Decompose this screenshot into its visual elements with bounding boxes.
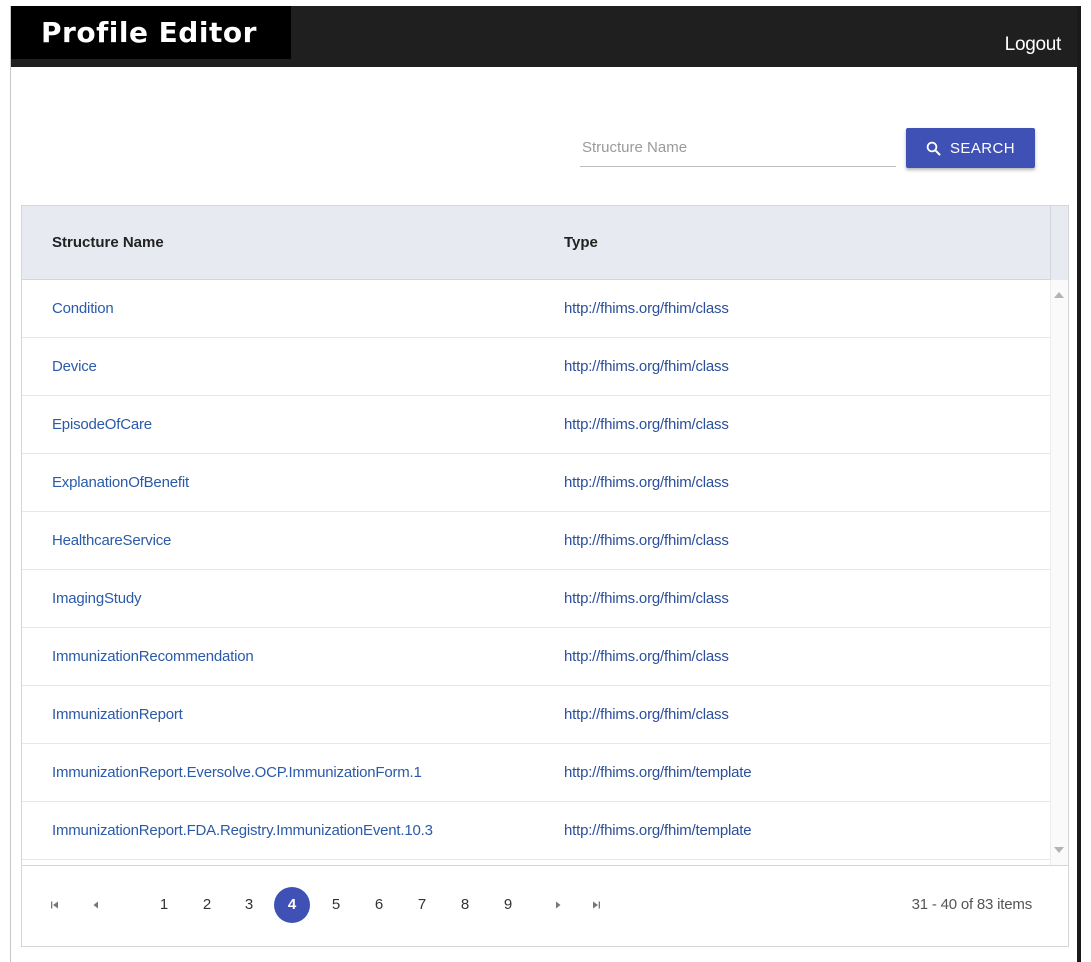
- type-cell: http://fhims.org/fhim/class: [564, 300, 729, 317]
- structure-name-link[interactable]: HealthcareService: [52, 512, 171, 570]
- search-button[interactable]: SEARCH: [906, 128, 1035, 168]
- table-row[interactable]: Condition http://fhims.org/fhim/class: [22, 280, 1051, 338]
- search-button-label: SEARCH: [950, 139, 1015, 157]
- table-row[interactable]: ImmunizationRecommendation http://fhims.…: [22, 628, 1051, 686]
- page-button-current[interactable]: 4: [274, 887, 310, 923]
- type-cell: http://fhims.org/fhim/class: [564, 532, 729, 549]
- structure-name-link[interactable]: ImmunizationRecommendation: [52, 628, 254, 686]
- type-cell: http://fhims.org/fhim/class: [564, 358, 729, 375]
- table-row[interactable]: EpisodeOfCare http://fhims.org/fhim/clas…: [22, 396, 1051, 454]
- type-cell: http://fhims.org/fhim/class: [564, 416, 729, 433]
- page-button[interactable]: 6: [361, 887, 397, 923]
- structure-name-link[interactable]: Device: [52, 338, 97, 396]
- table-body: Condition http://fhims.org/fhim/class De…: [22, 280, 1051, 865]
- next-page-icon[interactable]: [551, 899, 565, 911]
- structure-name-link[interactable]: ExplanationOfBenefit: [52, 454, 189, 512]
- structure-name-link[interactable]: ImmunizationReport.FDA.Registry.Immuniza…: [52, 802, 433, 860]
- app-title: Profile Editor: [11, 6, 291, 59]
- structures-table: Structure Name Type Condition http://fhi…: [21, 205, 1069, 947]
- type-cell: http://fhims.org/fhim/class: [564, 590, 729, 607]
- scroll-up-arrow-icon[interactable]: [1054, 292, 1064, 298]
- app-window: Profile Editor Logout SEARCH Structure N…: [10, 6, 1081, 962]
- page-button[interactable]: 8: [447, 887, 483, 923]
- table-row[interactable]: ImmunizationReport http://fhims.org/fhim…: [22, 686, 1051, 744]
- table-row[interactable]: ImmunizationReport.FDA.Registry.Immuniza…: [22, 802, 1051, 860]
- structure-name-link[interactable]: EpisodeOfCare: [52, 396, 152, 454]
- search-icon: [926, 141, 941, 155]
- last-page-icon[interactable]: [589, 899, 603, 911]
- table-row[interactable]: ImmunizationReport.Eversolve.OCP.Immuniz…: [22, 744, 1051, 802]
- page-button[interactable]: 1: [146, 887, 182, 923]
- column-header-structure-name[interactable]: Structure Name: [52, 206, 164, 280]
- type-cell: http://fhims.org/fhim/class: [564, 706, 729, 723]
- table-header: Structure Name Type: [22, 206, 1068, 280]
- search-input[interactable]: [580, 130, 896, 164]
- header-scroll-spacer: [1050, 206, 1068, 280]
- page-button[interactable]: 9: [490, 887, 526, 923]
- table-row[interactable]: ImagingStudy http://fhims.org/fhim/class: [22, 570, 1051, 628]
- type-cell: http://fhims.org/fhim/template: [564, 764, 752, 781]
- page-button[interactable]: 5: [318, 887, 354, 923]
- search-field: [580, 130, 896, 167]
- type-cell: http://fhims.org/fhim/template: [564, 822, 752, 839]
- previous-page-icon[interactable]: [89, 899, 103, 911]
- page-button[interactable]: 3: [231, 887, 267, 923]
- scroll-down-arrow-icon[interactable]: [1054, 847, 1064, 853]
- first-page-icon[interactable]: [48, 899, 62, 911]
- type-cell: http://fhims.org/fhim/class: [564, 648, 729, 665]
- table-row[interactable]: ExplanationOfBenefit http://fhims.org/fh…: [22, 454, 1051, 512]
- pager: 1 2 3 4 5 6 7 8 9 31 - 40 of 83 items: [22, 865, 1068, 946]
- pager-info: 31 - 40 of 83 items: [911, 896, 1033, 913]
- table-row[interactable]: Device http://fhims.org/fhim/class: [22, 338, 1051, 396]
- column-header-type[interactable]: Type: [564, 206, 598, 280]
- top-bar: Profile Editor Logout: [11, 6, 1077, 67]
- type-cell: http://fhims.org/fhim/class: [564, 474, 729, 491]
- page-button[interactable]: 7: [404, 887, 440, 923]
- table-row[interactable]: HealthcareService http://fhims.org/fhim/…: [22, 512, 1051, 570]
- structure-name-link[interactable]: Condition: [52, 280, 114, 338]
- logout-link[interactable]: Logout: [1005, 34, 1062, 56]
- structure-name-link[interactable]: ImagingStudy: [52, 570, 142, 628]
- table-scrollbar[interactable]: [1050, 280, 1068, 865]
- structure-name-link[interactable]: ImmunizationReport.Eversolve.OCP.Immuniz…: [52, 744, 422, 802]
- page-button[interactable]: 2: [189, 887, 225, 923]
- structure-name-link[interactable]: ImmunizationReport: [52, 686, 183, 744]
